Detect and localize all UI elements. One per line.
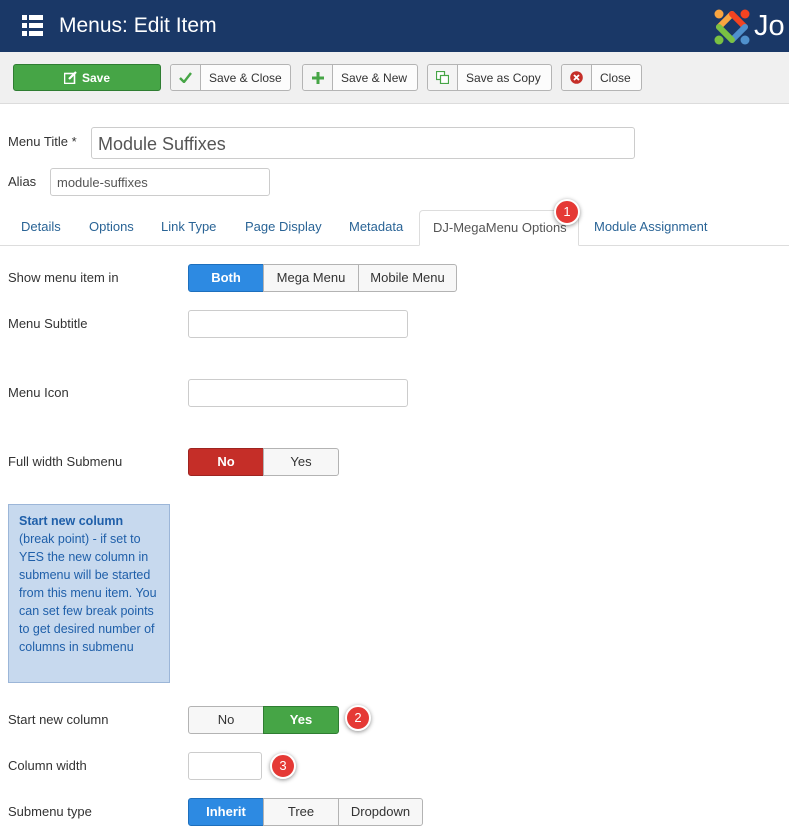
full-width-yes-button[interactable]: Yes (263, 448, 339, 476)
submenu-type-label: Submenu type (8, 804, 92, 819)
save-close-button[interactable]: Save & Close (170, 64, 291, 91)
menu-subtitle-label: Menu Subtitle (8, 316, 88, 331)
column-width-label: Column width (8, 758, 87, 773)
save-close-label: Save & Close (209, 71, 282, 85)
menu-title-label: Menu Title * (8, 134, 77, 149)
column-width-input[interactable] (188, 752, 262, 780)
full-width-label: Full width Submenu (8, 454, 123, 469)
start-new-column-info: Start new column (break point) - if set … (8, 504, 170, 683)
callout-badge-3: 3 (270, 753, 296, 779)
save-label: Save (81, 71, 111, 85)
tab-bar (0, 245, 789, 246)
tab-module-assignment[interactable]: Module Assignment (594, 219, 707, 234)
alias-label: Alias (8, 174, 37, 189)
edit-icon (63, 71, 77, 85)
toolbar: Save Save & Close Save & New Save as Cop… (0, 52, 789, 104)
check-icon (171, 65, 201, 90)
app-header: Menus: Edit Item Jo (0, 0, 789, 52)
menu-subtitle-input[interactable] (188, 310, 408, 338)
full-width-no-button[interactable]: No (188, 448, 264, 476)
save-new-button[interactable]: Save & New (302, 64, 418, 91)
show-in-both-button[interactable]: Both (188, 264, 264, 292)
show-in-mega-menu-button[interactable]: Mega Menu (263, 264, 359, 292)
list-icon (22, 15, 43, 36)
joomla-logo: Jo (713, 7, 789, 47)
save-new-label: Save & New (341, 71, 408, 85)
submenu-type-inherit-button[interactable]: Inherit (188, 798, 264, 826)
submenu-type-tree-button[interactable]: Tree (263, 798, 339, 826)
submenu-type-dropdown-button[interactable]: Dropdown (338, 798, 423, 826)
menu-icon-label: Menu Icon (8, 385, 69, 400)
start-new-column-yes-button[interactable]: Yes (263, 706, 339, 734)
close-icon (562, 65, 592, 90)
info-text: (break point) - if set to YES the new co… (19, 532, 157, 654)
save-copy-button[interactable]: Save as Copy (427, 64, 552, 91)
callout-badge-1: 1 (554, 199, 580, 225)
tab-link-type[interactable]: Link Type (161, 219, 216, 234)
tab-metadata[interactable]: Metadata (349, 219, 403, 234)
show-in-label: Show menu item in (8, 270, 119, 285)
alias-input[interactable]: module-suffixes (50, 168, 270, 196)
page-title: Menus: Edit Item (59, 14, 217, 37)
callout-badge-2: 2 (345, 705, 371, 731)
tab-page-display[interactable]: Page Display (245, 219, 322, 234)
joomla-logo-icon (714, 9, 750, 45)
tab-options[interactable]: Options (89, 219, 134, 234)
tab-details[interactable]: Details (21, 219, 61, 234)
copy-icon (428, 65, 458, 90)
save-copy-label: Save as Copy (466, 71, 541, 85)
save-button[interactable]: Save (13, 64, 161, 91)
close-label: Close (600, 71, 631, 85)
start-new-column-label: Start new column (8, 712, 109, 727)
plus-icon (303, 65, 333, 90)
logo-text: Jo (754, 10, 785, 42)
start-new-column-no-button[interactable]: No (188, 706, 264, 734)
info-title: Start new column (19, 514, 124, 528)
show-in-mobile-menu-button[interactable]: Mobile Menu (358, 264, 457, 292)
close-button[interactable]: Close (561, 64, 642, 91)
menu-title-input[interactable]: Module Suffixes (91, 127, 635, 159)
tab-dj-megamenu-options-label: DJ-MegaMenu Options (433, 220, 567, 235)
menu-icon-input[interactable] (188, 379, 408, 407)
